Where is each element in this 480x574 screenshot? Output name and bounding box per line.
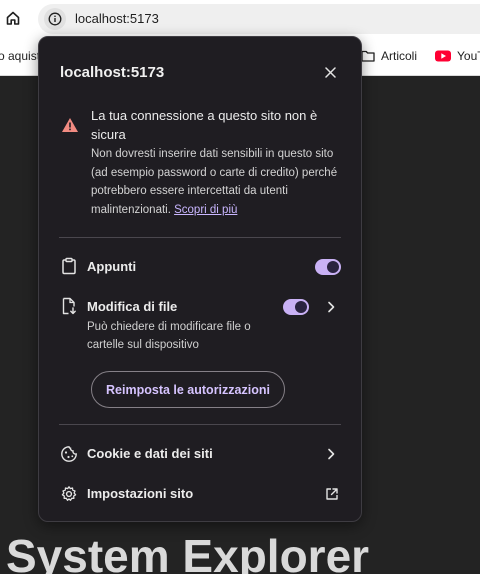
- close-icon: [324, 66, 336, 78]
- warning-heading: La tua connessione a questo sito non è s…: [91, 108, 318, 142]
- home-icon: [6, 11, 20, 25]
- home-button[interactable]: [2, 7, 24, 29]
- chevron-right-icon[interactable]: [325, 301, 337, 313]
- cookie-icon: [61, 446, 77, 462]
- info-icon: [48, 12, 62, 26]
- chevron-right-icon: [328, 448, 335, 460]
- youtube-icon: [435, 50, 451, 62]
- site-info-popup: localhost:5173 La tua connessione a ques…: [38, 36, 362, 522]
- page-title: System Explorer: [6, 530, 370, 574]
- bookmark-item-articoli[interactable]: Articoli: [361, 49, 417, 63]
- site-settings-row[interactable]: Impostazioni sito: [39, 477, 361, 511]
- bookmark-label: Articoli: [381, 49, 418, 63]
- warning-icon: [62, 118, 78, 132]
- reset-permissions-button[interactable]: Reimposta le autorizzazioni: [91, 371, 285, 408]
- clipboard-toggle[interactable]: [315, 259, 341, 275]
- permission-label-modifica-file: Modifica di file: [87, 299, 178, 314]
- gear-icon: [61, 486, 77, 501]
- file-edit-icon: [62, 297, 76, 315]
- cookies-label: Cookie e dati dei siti: [87, 446, 213, 461]
- browser-toolbar: localhost:5173: [0, 0, 480, 38]
- divider: [59, 424, 341, 425]
- permission-label-appunti: Appunti: [87, 259, 137, 274]
- address-bar[interactable]: localhost:5173: [38, 4, 480, 34]
- permission-description: Può chiedere di modificare file o cartel…: [87, 321, 251, 351]
- warning-body: Non dovresti inserire dati sensibili in …: [91, 145, 349, 219]
- bookmark-label: YouT: [457, 49, 480, 63]
- site-info-button[interactable]: [44, 8, 66, 30]
- bookmark-label: o aquisti: [0, 49, 43, 63]
- toggle-knob: [295, 301, 307, 313]
- learn-more-link[interactable]: Scopri di più: [174, 204, 237, 216]
- bookmark-item-youtube[interactable]: YouT: [435, 49, 480, 63]
- url-text[interactable]: localhost:5173: [75, 11, 159, 26]
- cookies-row[interactable]: Cookie e dati dei siti: [39, 437, 361, 471]
- folder-icon: [361, 50, 375, 62]
- bookmark-item[interactable]: o aquisti: [0, 49, 43, 63]
- external-link-icon: [326, 488, 338, 500]
- site-settings-label: Impostazioni sito: [87, 486, 194, 501]
- toggle-knob: [327, 261, 339, 273]
- divider: [59, 237, 341, 238]
- file-edit-toggle[interactable]: [283, 299, 309, 315]
- close-button[interactable]: [320, 62, 340, 82]
- popup-title: localhost:5173: [60, 64, 165, 81]
- clipboard-icon: [62, 257, 76, 275]
